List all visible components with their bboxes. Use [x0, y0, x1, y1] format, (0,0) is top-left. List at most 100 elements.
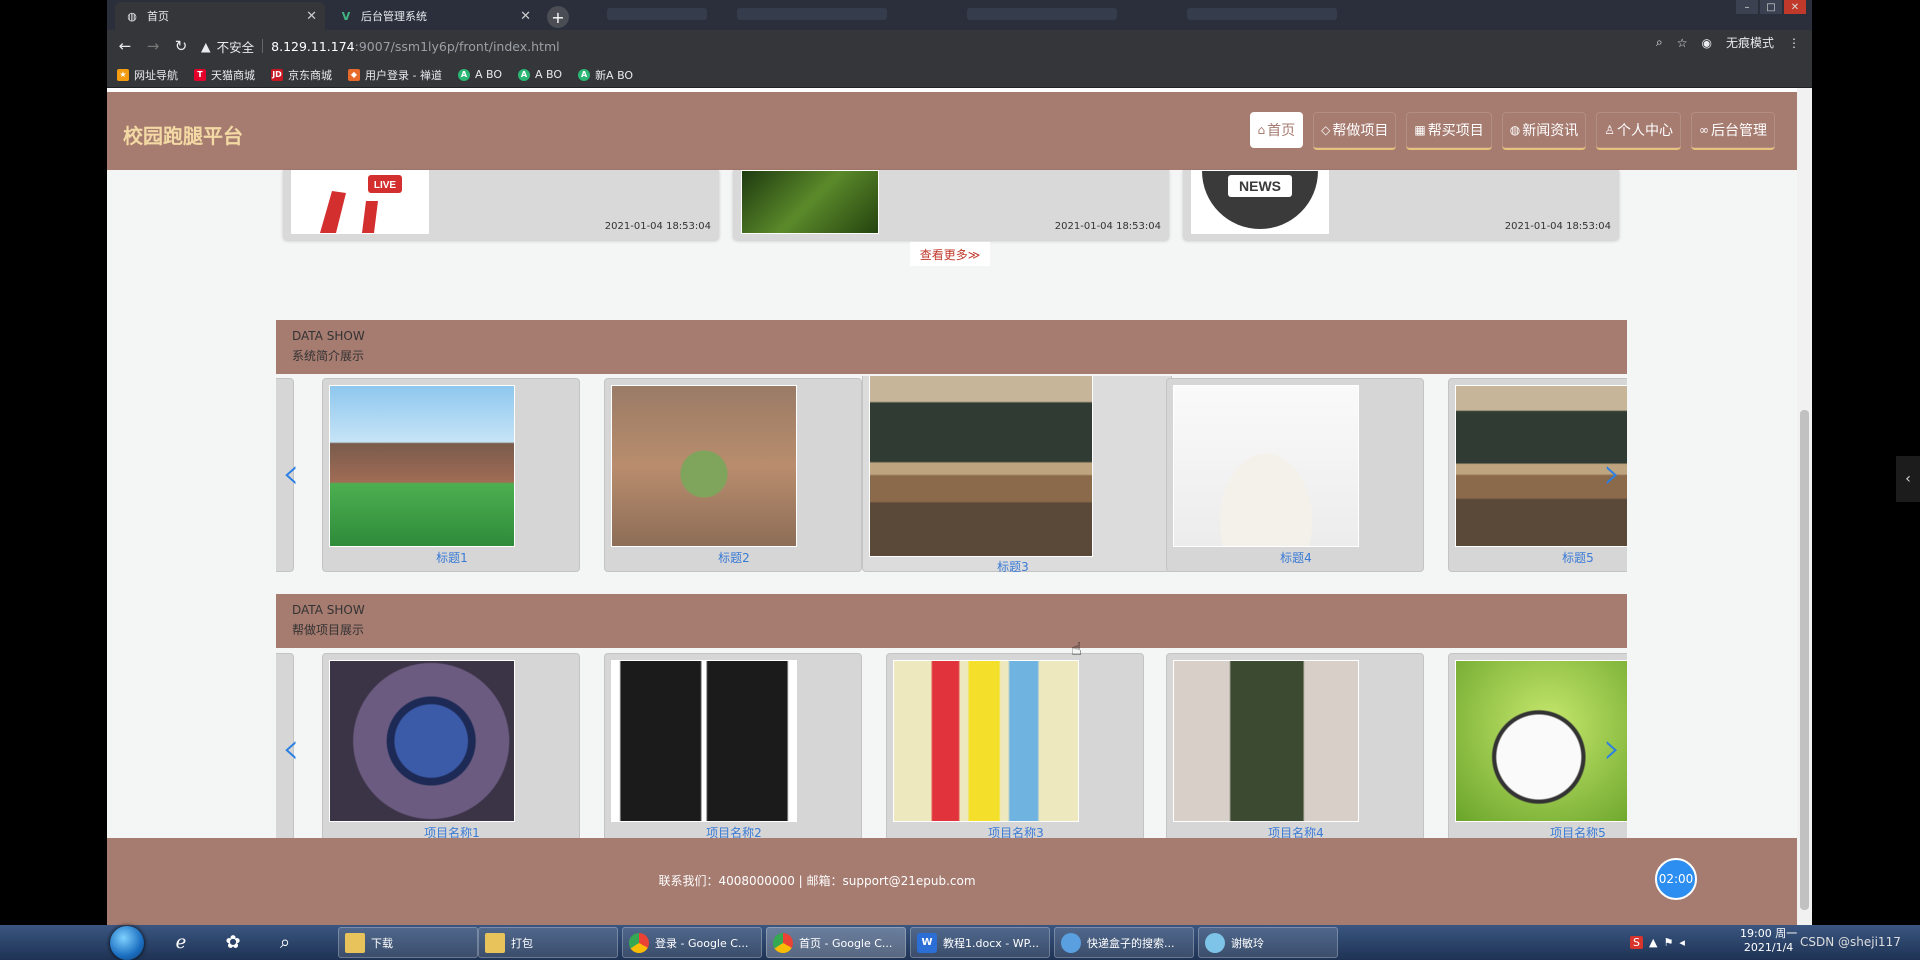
- app-icon[interactable]: ✿: [218, 928, 248, 957]
- side-panel-toggle[interactable]: ‹: [1896, 456, 1920, 502]
- news-badge: LIVE: [374, 180, 397, 191]
- news-card[interactable]: NEWS 2021-01-04 18:53:04: [1183, 170, 1619, 240]
- carousel-slide[interactable]: 标题1: [322, 378, 580, 572]
- view-more-link[interactable]: 查看更多≫: [910, 242, 990, 266]
- nav-news[interactable]: ◍ 新闻资讯: [1501, 112, 1587, 150]
- carousel-slide[interactable]: 项目名称3: [886, 653, 1144, 847]
- slide-caption[interactable]: 标题4: [1167, 549, 1425, 566]
- bookmark-item[interactable]: A A BO: [457, 68, 502, 81]
- nav-help-do[interactable]: ◇ 帮做项目: [1313, 112, 1397, 150]
- slide-image[interactable]: [1173, 660, 1359, 822]
- grid-icon: ▦: [1414, 123, 1426, 137]
- bookmark-item[interactable]: JD 京东商城: [271, 67, 332, 83]
- back-icon[interactable]: ←: [115, 36, 135, 56]
- bookmark-item[interactable]: ★ 网址导航: [117, 67, 178, 83]
- taskbar-button-active[interactable]: 首页 - Google C...: [766, 927, 906, 958]
- slide-image[interactable]: [1455, 660, 1627, 822]
- taskbar-button[interactable]: 下载: [338, 927, 478, 958]
- web-page: 校园跑腿平台 ⌂ 首页 ◇ 帮做项目 ▦ 帮买项目 ◍ 新闻资讯 ♙ 个人中心 ∞ 后台管理…: [107, 88, 1797, 925]
- zoom-icon[interactable]: ⌕: [1656, 35, 1663, 50]
- browser-tab-admin[interactable]: V 后台管理系统 ✕: [329, 2, 539, 30]
- timer-badge[interactable]: 02:00: [1655, 858, 1697, 900]
- close-icon[interactable]: ✕: [306, 9, 317, 24]
- address-bar[interactable]: ▲ 不安全 8.129.11.174 :9007/ssm1ly6p/front/…: [201, 34, 1771, 58]
- background-window-strip: [967, 8, 1117, 20]
- taskbar-button[interactable]: 快递盒子的搜索...: [1054, 927, 1194, 958]
- slide-image[interactable]: [1455, 385, 1627, 547]
- news-card[interactable]: LIVE 2021-01-04 18:53:04: [283, 170, 719, 240]
- next-arrow-icon[interactable]: ›: [1603, 452, 1621, 496]
- news-globe-icon: NEWS: [1202, 171, 1318, 229]
- news-thumbnail[interactable]: LIVE: [291, 170, 429, 234]
- reload-icon[interactable]: ↻: [171, 36, 191, 56]
- nav-help-buy[interactable]: ▦ 帮买项目: [1406, 112, 1492, 150]
- nav-label: 个人中心: [1617, 123, 1673, 139]
- search-icon[interactable]: ⌕: [270, 928, 300, 957]
- prev-arrow-icon[interactable]: ‹: [282, 727, 300, 771]
- input-method-icon[interactable]: S: [1630, 935, 1643, 949]
- taskbar-button[interactable]: W 教程1.docx - WP...: [910, 927, 1050, 958]
- slide-image[interactable]: [329, 385, 515, 547]
- close-window-icon[interactable]: ✕: [1784, 0, 1806, 14]
- scrollbar-thumb[interactable]: [1800, 410, 1809, 910]
- news-thumbnail[interactable]: NEWS: [1191, 170, 1329, 234]
- news-thumbnail[interactable]: [741, 170, 879, 234]
- menu-icon[interactable]: ⋮: [1788, 36, 1800, 50]
- slide-caption[interactable]: 标题3: [863, 558, 1163, 572]
- section-header-projects: DATA SHOW 帮做项目展示: [276, 594, 1627, 648]
- bo-icon: A: [457, 68, 470, 81]
- prev-arrow-icon[interactable]: ‹: [282, 452, 300, 496]
- nav-admin[interactable]: ∞ 后台管理: [1691, 112, 1775, 150]
- browser-tab-home[interactable]: ◍ 首页 ✕: [115, 2, 325, 30]
- tray-expand-icon[interactable]: ▲: [1649, 936, 1657, 949]
- carousel-slide[interactable]: 项目名称5: [1448, 653, 1627, 847]
- new-tab-button[interactable]: +: [547, 6, 569, 28]
- carousel-slide[interactable]: 项目名称4: [1166, 653, 1424, 847]
- nav-label: 帮买项目: [1427, 123, 1484, 139]
- bookmark-item[interactable]: T 天猫商城: [194, 67, 255, 83]
- start-button[interactable]: [110, 926, 144, 960]
- carousel-slide-active[interactable]: 标题3: [862, 376, 1172, 572]
- slide-image[interactable]: [611, 385, 797, 547]
- slide-image[interactable]: [329, 660, 515, 822]
- bookmark-item[interactable]: A 新A BO: [578, 67, 633, 83]
- volume-icon[interactable]: ◂: [1679, 936, 1685, 949]
- taskbar-label: 下载: [371, 936, 393, 950]
- maximize-icon[interactable]: □: [1760, 0, 1782, 14]
- bookmark-item[interactable]: ◆ 用户登录 - 禅道: [348, 67, 442, 83]
- forward-icon[interactable]: →: [143, 36, 163, 56]
- taskbar-button[interactable]: 登录 - Google C...: [622, 927, 762, 958]
- toolbar-actions: ⌕ ☆ ◉ 无痕模式 ⋮: [1656, 34, 1800, 51]
- news-date: 2021-01-04 18:53:04: [1504, 221, 1611, 232]
- profile-label[interactable]: 无痕模式: [1726, 34, 1774, 51]
- close-icon[interactable]: ✕: [520, 9, 531, 24]
- slide-image[interactable]: [1173, 385, 1359, 547]
- carousel-slide[interactable]: 标题4: [1166, 378, 1424, 572]
- carousel-slide[interactable]: 项目名称2: [604, 653, 862, 847]
- slide-caption[interactable]: 标题2: [605, 549, 863, 566]
- bookmark-label: 用户登录 - 禅道: [365, 68, 442, 82]
- nav-home[interactable]: ⌂ 首页: [1249, 112, 1304, 148]
- slide-image[interactable]: [869, 376, 1093, 557]
- network-icon[interactable]: ⚑: [1663, 936, 1673, 949]
- taskbar-button[interactable]: 谢敏玲: [1198, 927, 1338, 958]
- site-title[interactable]: 校园跑腿平台: [123, 120, 243, 149]
- carousel-slide[interactable]: 标题2: [604, 378, 862, 572]
- slide-caption[interactable]: 标题1: [323, 549, 581, 566]
- carousel-slide[interactable]: 项目名称1: [322, 653, 580, 847]
- slide-image[interactable]: [611, 660, 797, 822]
- next-arrow-icon[interactable]: ›: [1603, 727, 1621, 771]
- slide-caption[interactable]: 标题5: [1449, 549, 1627, 566]
- minimize-icon[interactable]: –: [1736, 0, 1758, 14]
- star-icon[interactable]: ☆: [1677, 36, 1688, 50]
- system-clock[interactable]: 19:00 周一 2021/1/4: [1740, 927, 1797, 955]
- bookmark-item[interactable]: A A BO: [518, 68, 562, 81]
- nav-profile[interactable]: ♙ 个人中心: [1596, 112, 1681, 150]
- news-card[interactable]: 2021-01-04 18:53:04: [733, 170, 1169, 240]
- incognito-icon[interactable]: ◉: [1702, 36, 1712, 50]
- taskbar-button[interactable]: 打包: [478, 927, 618, 958]
- ie-icon[interactable]: ℯ: [166, 928, 196, 957]
- carousel-slide[interactable]: 标题5: [1448, 378, 1627, 572]
- bookmark-icon: ★: [117, 68, 129, 81]
- slide-image[interactable]: [893, 660, 1079, 822]
